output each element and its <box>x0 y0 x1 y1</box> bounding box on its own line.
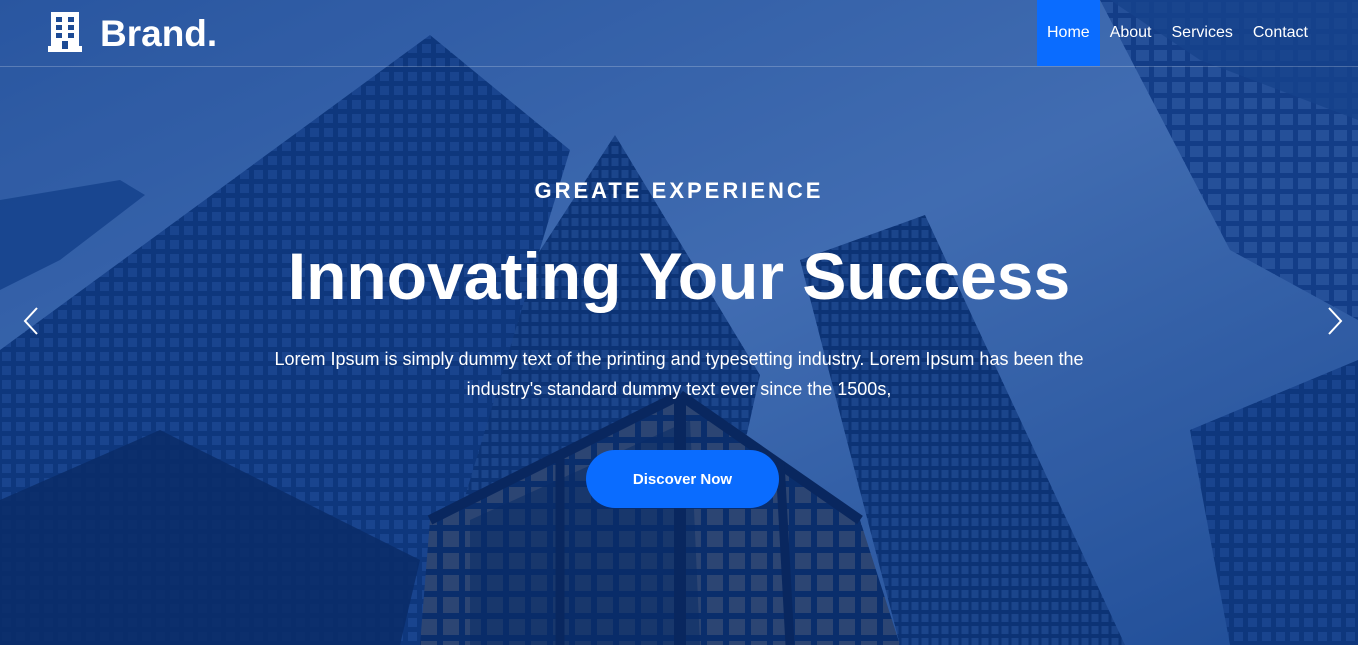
carousel-next-button[interactable] <box>1318 306 1352 340</box>
discover-now-button[interactable]: Discover Now <box>586 450 779 508</box>
hero-headline: Innovating Your Success <box>287 239 1071 313</box>
chevron-right-icon <box>1326 306 1344 341</box>
chevron-left-icon <box>22 306 40 341</box>
hero-eyebrow: GREATE EXPERIENCE <box>534 178 824 203</box>
carousel-prev-button[interactable] <box>14 306 48 340</box>
hero-section: Brand. Home About Services Contact GREAT… <box>0 0 1358 645</box>
hero-content: GREATE EXPERIENCE Innovating Your Succes… <box>0 0 1358 645</box>
hero-description: Lorem Ipsum is simply dummy text of the … <box>274 349 1084 399</box>
